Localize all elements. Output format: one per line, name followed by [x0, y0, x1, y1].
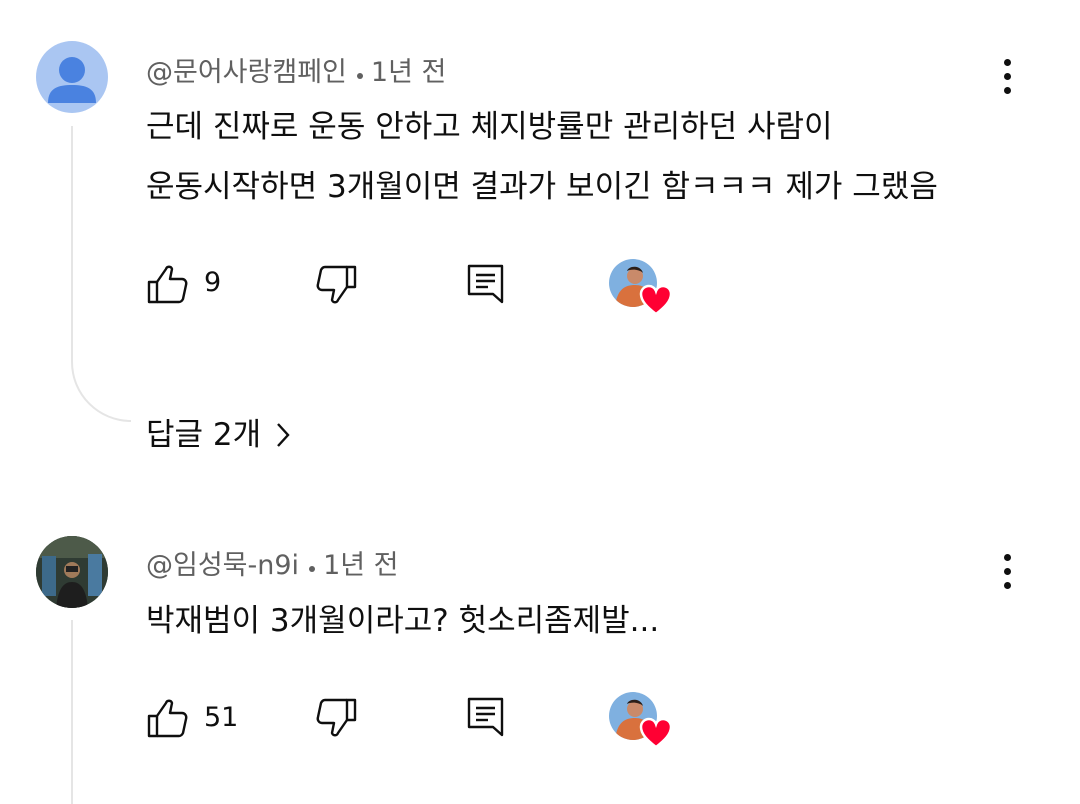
reply-button[interactable] [466, 263, 506, 309]
comment-text-line-1: 근데 진짜로 운동 안하고 체지방률만 관리하던 사람이 [146, 109, 833, 145]
author-avatar[interactable] [36, 536, 108, 608]
comment-time: 1년 전 [370, 57, 447, 88]
reply-comment-icon [467, 697, 504, 737]
reply-comment-icon [467, 264, 504, 304]
heart-icon [639, 717, 673, 749]
separator-dot [309, 565, 316, 572]
default-user-avatar-icon [48, 57, 96, 103]
replies-label: 답글 2개 [146, 417, 262, 453]
view-replies-button[interactable]: 답글 2개 [146, 409, 291, 454]
thread-curve [71, 362, 131, 422]
like-button[interactable] [146, 697, 190, 743]
comment-meta: @임성묵-n9i 1년 전 [146, 543, 399, 582]
comment-text-line-2: 운동시작하면 3개월이면 결과가 보이긴 함ㅋㅋㅋ 제가 그랬음 [146, 169, 938, 205]
thread-line [71, 620, 73, 804]
author-avatar[interactable] [36, 41, 108, 113]
thread-line [71, 126, 73, 362]
more-actions-button[interactable] [996, 552, 1020, 592]
reply-button[interactable] [466, 696, 506, 742]
thumbs-up-icon [147, 699, 188, 738]
comment-meta: @문어사랑캠페인 1년 전 [146, 50, 446, 89]
like-count: 9 [204, 267, 222, 298]
author-name[interactable]: @임성묵-n9i [146, 550, 299, 581]
more-actions-button[interactable] [996, 57, 1020, 97]
heart-icon [639, 284, 673, 316]
author-name[interactable]: @문어사랑캠페인 [146, 57, 347, 88]
like-button[interactable] [146, 263, 190, 309]
separator-dot [356, 72, 363, 79]
dislike-button[interactable] [314, 264, 358, 310]
comment-time: 1년 전 [323, 550, 399, 581]
thumbs-down-icon [316, 698, 357, 737]
comment-text-line-1: 박재범이 3개월이라고? 헛소리좀제발... [146, 603, 660, 639]
chevron-right-icon [277, 422, 290, 447]
thumbs-up-icon [147, 265, 188, 304]
dislike-button[interactable] [314, 697, 358, 743]
photo-avatar-icon [36, 536, 108, 608]
thumbs-down-icon [316, 265, 357, 304]
like-count: 51 [204, 702, 239, 733]
